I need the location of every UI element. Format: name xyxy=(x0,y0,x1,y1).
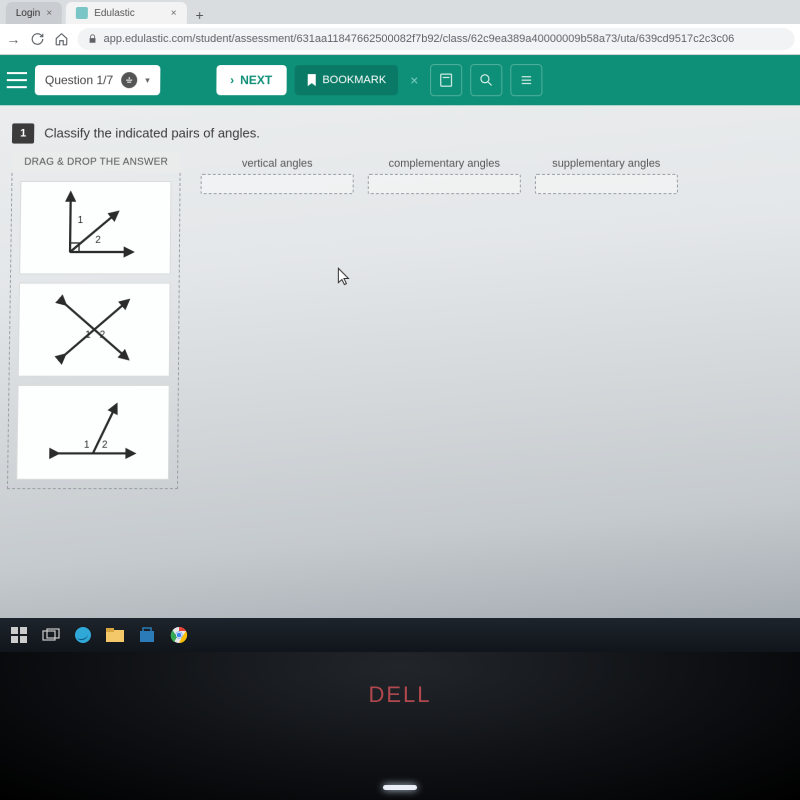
task-view-icon[interactable] xyxy=(40,624,62,646)
drop-slot-supplementary[interactable] xyxy=(535,174,678,194)
status-badge-icon xyxy=(121,72,137,88)
app-toolbar: Question 1/7 ▾ › NEXT BOOKMARK × xyxy=(0,55,800,105)
question-content: 1 Classify the indicated pairs of angles… xyxy=(0,105,800,508)
laptop-bezel: DELL xyxy=(0,652,800,800)
tab-label: Login xyxy=(16,7,41,18)
drop-slot-vertical[interactable] xyxy=(201,174,354,194)
drag-tile-3[interactable]: 1 2 xyxy=(16,385,170,480)
home-icon[interactable] xyxy=(53,31,69,47)
drop-slot-complementary[interactable] xyxy=(368,174,521,194)
close-icon[interactable]: × xyxy=(46,7,52,18)
cursor-icon xyxy=(337,267,351,287)
menu-icon[interactable] xyxy=(7,72,27,88)
svg-text:2: 2 xyxy=(95,235,101,246)
question-counter: Question 1/7 xyxy=(45,73,113,87)
start-icon[interactable] xyxy=(8,624,30,646)
svg-text:1: 1 xyxy=(78,215,84,226)
drag-tile-1[interactable]: 1 2 xyxy=(19,181,171,274)
drop-zone: vertical angles complementary angles sup… xyxy=(198,152,793,489)
question-number: 1 xyxy=(12,123,34,143)
bookmark-label: BOOKMARK xyxy=(322,74,386,86)
chevron-right-icon: › xyxy=(230,73,234,87)
svg-text:1: 1 xyxy=(84,440,90,451)
device-brand: DELL xyxy=(368,682,431,708)
svg-text:2: 2 xyxy=(100,330,106,341)
next-button[interactable]: › NEXT xyxy=(216,65,286,95)
close-panel-icon[interactable]: × xyxy=(406,72,422,88)
windows-taskbar xyxy=(0,618,800,652)
chrome-icon[interactable] xyxy=(168,624,190,646)
list-icon[interactable] xyxy=(511,64,543,96)
reload-icon[interactable] xyxy=(29,31,45,47)
bookmark-icon xyxy=(306,74,316,86)
question-prompt: Classify the indicated pairs of angles. xyxy=(44,123,260,140)
browser-tabstrip: Login × Edulastic × + xyxy=(0,0,800,24)
power-led xyxy=(383,785,417,790)
url-field[interactable]: app.edulastic.com/student/assessment/631… xyxy=(77,28,794,50)
drag-header: DRAG & DROP THE ANSWER xyxy=(12,152,181,173)
explorer-icon[interactable] xyxy=(104,624,126,646)
forward-icon[interactable]: → xyxy=(5,31,21,47)
drop-label: complementary angles xyxy=(389,158,500,170)
bookmark-button[interactable]: BOOKMARK xyxy=(294,65,398,95)
svg-text:2: 2 xyxy=(102,440,108,451)
question-selector[interactable]: Question 1/7 ▾ xyxy=(35,65,160,95)
chevron-down-icon: ▾ xyxy=(145,75,150,86)
browser-tab-inactive[interactable]: Login × xyxy=(6,2,63,24)
next-label: NEXT xyxy=(240,73,272,87)
new-tab-button[interactable]: + xyxy=(191,6,209,24)
favicon-icon xyxy=(76,7,88,19)
calculator-icon[interactable] xyxy=(430,64,462,96)
url-text: app.edulastic.com/student/assessment/631… xyxy=(104,33,735,45)
close-icon[interactable]: × xyxy=(171,7,177,18)
browser-tab-active[interactable]: Edulastic × xyxy=(66,2,187,24)
tab-label: Edulastic xyxy=(94,7,135,18)
store-icon[interactable] xyxy=(136,624,158,646)
svg-text:1: 1 xyxy=(85,330,91,341)
browser-address-bar: → app.edulastic.com/student/assessment/6… xyxy=(0,24,800,55)
edge-icon[interactable] xyxy=(72,624,94,646)
drag-tile-2[interactable]: 1 2 xyxy=(18,283,171,377)
drag-source-panel: DRAG & DROP THE ANSWER 1 2 xyxy=(7,152,181,489)
lock-icon xyxy=(87,34,97,44)
drop-label: supplementary angles xyxy=(552,158,660,170)
drop-label: vertical angles xyxy=(242,158,313,170)
search-icon[interactable] xyxy=(471,64,503,96)
